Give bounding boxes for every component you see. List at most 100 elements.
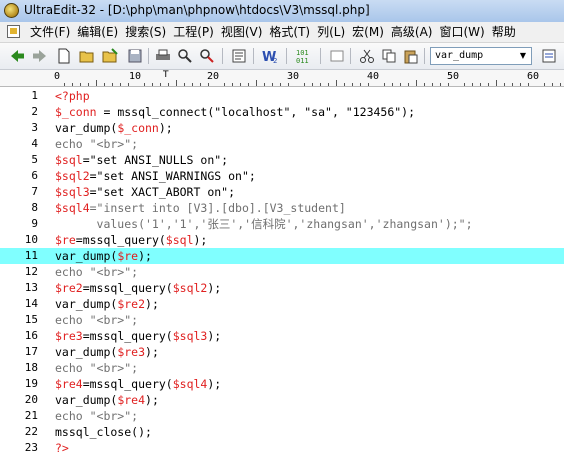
code-token: echo "<br>";: [55, 361, 139, 375]
code-text: $sql3="set XACT_ABORT on";: [55, 184, 235, 200]
code-line[interactable]: 10 $re=mssql_query($sql);: [0, 232, 564, 248]
code-token: var_dump(: [55, 121, 118, 135]
code-text: var_dump($re2);: [55, 296, 159, 312]
code-line[interactable]: 15 echo "<br>";: [0, 312, 564, 328]
code-line[interactable]: 12 echo "<br>";: [0, 264, 564, 280]
cut-icon[interactable]: [358, 47, 376, 65]
code-token: $re3: [117, 345, 146, 359]
replace-icon[interactable]: [198, 47, 216, 65]
menu-advanced[interactable]: 高级(A): [391, 24, 440, 40]
new-file-icon[interactable]: [55, 47, 73, 65]
ruler-label: 20: [207, 71, 220, 82]
code-line[interactable]: 2 $_conn = mssql_connect("localhost", "sa…: [0, 104, 564, 120]
code-line[interactable]: 20 var_dump($re4);: [0, 392, 564, 408]
code-text: echo "<br>";: [55, 312, 138, 328]
paste-icon[interactable]: [402, 47, 420, 65]
cursor-column-marker: T: [163, 70, 169, 80]
code-token: <?php: [55, 89, 90, 103]
code-token: =mssql_query(: [82, 329, 173, 343]
code-line[interactable]: 1 <?php: [0, 88, 564, 104]
code-editor[interactable]: 1 <?php 2 $_conn = mssql_connect("localhost…: [0, 86, 564, 467]
line-number: 4: [31, 137, 38, 150]
code-text: echo "<br>";: [55, 264, 138, 280]
svg-text:011: 011: [296, 57, 309, 65]
code-token: );: [138, 249, 152, 263]
save-icon[interactable]: [126, 47, 144, 65]
code-line[interactable]: 13 $re2=mssql_query($sql2);: [0, 280, 564, 296]
code-token: $_conn: [55, 105, 97, 119]
open-folder-icon[interactable]: [101, 47, 119, 65]
code-text: $re=mssql_query($sql);: [55, 232, 207, 248]
code-line[interactable]: 17 var_dump($re3);: [0, 344, 564, 360]
toolbar-separator: [320, 48, 321, 64]
menu-bar: 文件(F) 编辑(E) 搜索(S) 工程(P) 视图(V) 格式(T) 列(L)…: [0, 22, 564, 43]
word-icon[interactable]: W2: [261, 47, 279, 65]
toolbar-separator: [148, 48, 149, 64]
goto-function-icon[interactable]: [540, 47, 558, 65]
chevron-down-icon[interactable]: ▼: [515, 48, 531, 64]
hex-icon[interactable]: 101 011: [294, 47, 312, 65]
code-line[interactable]: 22 mssql_close();: [0, 424, 564, 440]
code-line[interactable]: 3 var_dump($_conn);: [0, 120, 564, 136]
code-line[interactable]: 8 $sql4="insert into [V3].[dbo].[V3_stude…: [0, 200, 564, 216]
code-text: var_dump($re4);: [55, 392, 159, 408]
ruler-label: 50: [447, 71, 460, 82]
open-folder-icon[interactable]: [78, 47, 96, 65]
menu-view[interactable]: 视图(V): [221, 24, 270, 40]
code-token: $re3: [55, 329, 83, 343]
code-token: ="insert into [V3].[dbo].[V3_student]: [89, 201, 346, 215]
hex-mode-icon[interactable]: [328, 47, 346, 65]
menu-help[interactable]: 帮助: [492, 24, 523, 40]
menu-format[interactable]: 格式(T): [269, 24, 317, 40]
back-arrow-icon[interactable]: [8, 47, 26, 65]
svg-text:2: 2: [273, 57, 277, 64]
ruler-label: 0: [54, 71, 61, 82]
menu-macro[interactable]: 宏(M): [352, 24, 391, 40]
function-combo-value: var_dump: [435, 50, 484, 61]
code-token: );: [207, 329, 222, 343]
ruler-label: 40: [367, 71, 380, 82]
menu-column[interactable]: 列(L): [317, 24, 352, 40]
menu-project[interactable]: 工程(P): [173, 24, 221, 40]
code-token: values('1','1','张三','信科院','zhangsan','zh…: [55, 217, 473, 231]
menu-window[interactable]: 窗口(W): [439, 24, 491, 40]
find-icon[interactable]: [176, 47, 194, 65]
code-line[interactable]: 9 values('1','1','张三','信科院','zhangsan','…: [0, 216, 564, 232]
code-token: $re2: [55, 281, 83, 295]
line-number: 18: [24, 361, 38, 374]
menu-file[interactable]: 文件(F): [30, 24, 77, 40]
code-token: $sql2: [172, 281, 208, 295]
code-token: );: [145, 345, 159, 359]
code-token: $re: [55, 233, 76, 247]
line-number: 14: [24, 297, 38, 310]
code-text: echo "<br>";: [55, 408, 138, 424]
code-line[interactable]: 19 $re4=mssql_query($sql4);: [0, 376, 564, 392]
code-text: var_dump($re3);: [55, 344, 159, 360]
document-menu-icon[interactable]: [7, 25, 20, 38]
code-line[interactable]: 21 echo "<br>";: [0, 408, 564, 424]
code-token: $sql4: [55, 201, 90, 215]
line-number: 9: [31, 217, 38, 230]
code-line[interactable]: 11 var_dump($re);: [0, 248, 564, 264]
code-line[interactable]: 5 $sql="set ANSI_NULLS on";: [0, 152, 564, 168]
code-line[interactable]: 18 echo "<br>";: [0, 360, 564, 376]
forward-arrow-icon[interactable]: [31, 47, 49, 65]
print-icon[interactable]: [154, 47, 172, 65]
copy-icon[interactable]: [380, 47, 398, 65]
code-line[interactable]: 14 var_dump($re2);: [0, 296, 564, 312]
menu-search[interactable]: 搜索(S): [125, 24, 173, 40]
ultraedit-app-icon[interactable]: [4, 3, 19, 18]
code-token: var_dump(: [55, 297, 118, 311]
menu-edit[interactable]: 编辑(E): [77, 24, 125, 40]
code-token: $_conn: [117, 121, 159, 135]
code-token: echo "<br>";: [55, 409, 139, 423]
code-line[interactable]: 7 $sql3="set XACT_ABORT on";: [0, 184, 564, 200]
function-list-combo[interactable]: var_dump ▼: [430, 47, 532, 65]
code-line[interactable]: 16 $re3=mssql_query($sql3);: [0, 328, 564, 344]
properties-icon[interactable]: [230, 47, 248, 65]
code-text: $_conn = mssql_connect("localhost", "sa"…: [55, 104, 415, 120]
code-line[interactable]: 23 ?>: [0, 440, 564, 456]
code-line[interactable]: 4 echo "<br>";: [0, 136, 564, 152]
code-line[interactable]: 6 $sql2="set ANSI_WARNINGS on";: [0, 168, 564, 184]
code-token: $re2: [117, 297, 146, 311]
